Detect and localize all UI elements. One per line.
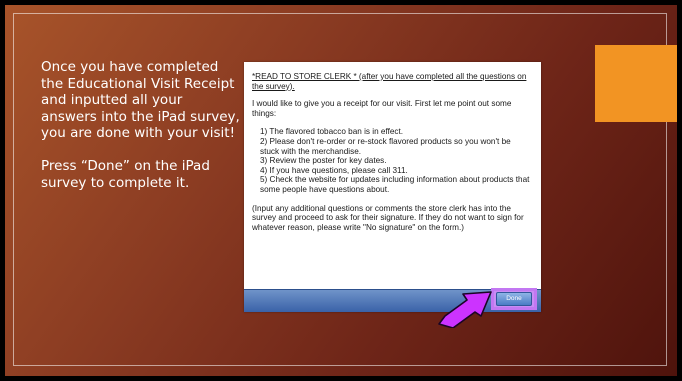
ipad-survey-content: *READ TO STORE CLERK * (after you have c… [252,72,532,232]
ipad-point: 1) The flavored tobacco ban is in effect… [260,127,404,137]
arrow-pointer-icon [438,291,492,328]
ipad-point: 5) Check the website for updates includi… [260,175,530,194]
ipad-survey-screenshot: *READ TO STORE CLERK * (after you have c… [244,62,541,312]
ipad-point: 3) Review the poster for key dates. [260,156,387,166]
ipad-heading: *READ TO STORE CLERK * (after you have c… [252,72,527,91]
ipad-intro: I would like to give you a receipt for o… [252,99,512,118]
ipad-point: 2) Please don't re-order or re-stock fla… [260,136,511,156]
instruction-text: Once you have completed the Educational … [41,59,241,191]
instruction-paragraph-2: Press “Done” on the iPad survey to compl… [41,157,210,191]
done-button-label[interactable]: Done [496,292,532,306]
ipad-note: (Input any additional questions or comme… [252,203,524,232]
ipad-point: 4) If you have questions, please call 31… [260,165,408,175]
accent-block [595,45,677,122]
instruction-paragraph-1: Once you have completed the Educational … [41,59,240,142]
ipad-points-list: 1) The flavored tobacco ban is in effect… [252,127,532,194]
done-button[interactable]: Done [491,288,537,310]
slide: Once you have completed the Educational … [0,0,682,381]
